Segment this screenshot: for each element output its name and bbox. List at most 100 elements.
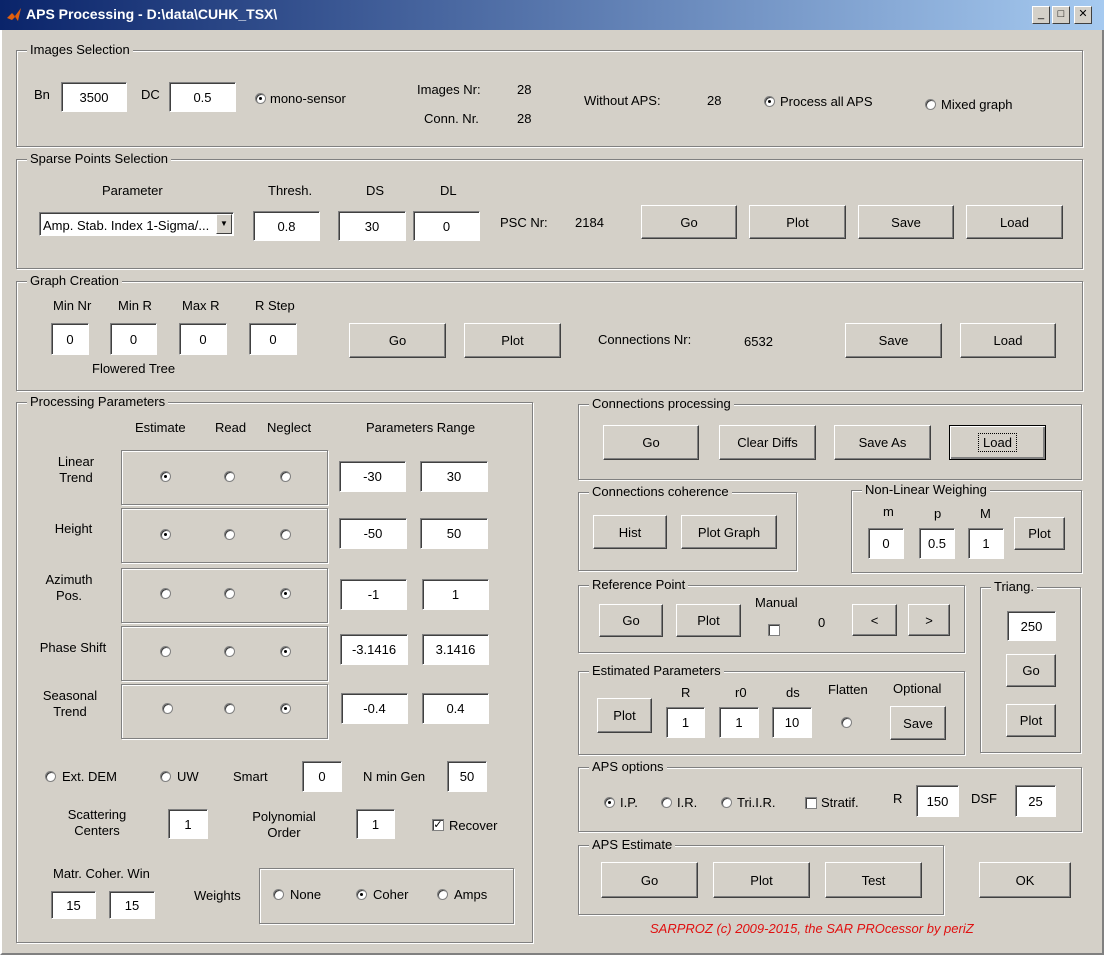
weights-coher-radio[interactable] [356,889,367,900]
smart-input[interactable] [302,761,342,792]
mixed-graph-radio[interactable] [925,99,936,110]
min-r-input[interactable] [110,323,157,355]
ds-input[interactable] [338,211,406,241]
mono-sensor-radio[interactable] [255,93,266,104]
manual-checkbox[interactable] [768,624,780,636]
azimuth-pos-neglect-radio[interactable] [280,588,291,599]
linear-trend-estimate-radio[interactable] [160,471,171,482]
conn-go-button[interactable]: Go [603,425,699,460]
seasonal-trend-max-input[interactable] [422,693,489,724]
ref-next-button[interactable]: > [908,604,950,636]
triang-input[interactable] [1007,611,1056,641]
est-ds-input[interactable] [772,707,812,738]
triang-go-button[interactable]: Go [1006,654,1056,687]
ref-plot-button[interactable]: Plot [676,604,741,637]
azimuth-pos-max-input[interactable] [422,579,489,610]
trilr-radio[interactable] [721,797,732,808]
height-max-input[interactable] [420,518,488,549]
seasonal-trend-estimate-radio[interactable] [162,703,173,714]
ok-button[interactable]: OK [979,862,1071,898]
matr-coher-win-input-1[interactable] [51,891,96,919]
seasonal-trend-read-radio[interactable] [224,703,235,714]
phase-shift-estimate-radio[interactable] [160,646,171,657]
linear-trend-read-radio[interactable] [224,471,235,482]
sparse-save-button[interactable]: Save [858,205,954,239]
dl-input[interactable] [413,211,480,241]
thresh-input[interactable] [253,211,320,241]
height-estimate-radio[interactable] [160,529,171,540]
aps-plot-button[interactable]: Plot [713,862,810,898]
ext-dem-radio[interactable] [45,771,56,782]
chevron-down-icon[interactable]: ▼ [216,214,232,234]
est-plot-button[interactable]: Plot [597,698,652,733]
close-button[interactable]: ✕ [1074,6,1092,24]
triang-plot-button[interactable]: Plot [1006,704,1056,737]
aps-r-input[interactable] [916,785,959,817]
conn-load-button[interactable]: Load [949,425,1046,460]
process-all-aps-radio[interactable] [764,96,775,107]
plot-graph-button[interactable]: Plot Graph [681,515,777,549]
linear-trend-min-input[interactable] [339,461,406,492]
graph-plot-button[interactable]: Plot [464,323,561,358]
ir-label: I.R. [677,795,698,810]
height-min-input[interactable] [339,518,407,549]
linear-trend-neglect-radio[interactable] [280,471,291,482]
stratif-checkbox[interactable] [805,797,817,809]
save-as-button[interactable]: Save As [834,425,931,460]
linear-trend-max-input[interactable] [420,461,488,492]
minimize-button[interactable]: _ [1032,6,1050,24]
sparse-go-button[interactable]: Go [641,205,737,239]
recover-checkbox[interactable]: ✓ [432,819,444,831]
seasonal-trend-min-input[interactable] [341,693,408,724]
bn-input[interactable] [61,82,127,112]
height-read-radio[interactable] [224,529,235,540]
ir-radio[interactable] [661,797,672,808]
graph-load-button[interactable]: Load [960,323,1056,358]
graph-go-button[interactable]: Go [349,323,446,358]
scattering-centers-input[interactable] [168,809,208,839]
dsf-input[interactable] [1015,785,1056,817]
sparse-plot-button[interactable]: Plot [749,205,846,239]
col-neglect-header: Neglect [267,420,312,435]
n-min-gen-input[interactable] [447,761,487,792]
clear-diffs-button[interactable]: Clear Diffs [719,425,816,460]
weights-none-radio[interactable] [273,889,284,900]
azimuth-pos-min-input[interactable] [340,579,407,610]
m-input[interactable] [868,528,904,559]
min-nr-input[interactable] [51,323,89,355]
uw-label: UW [177,769,199,784]
height-neglect-radio[interactable] [280,529,291,540]
ref-prev-button[interactable]: < [852,604,897,636]
aps-go-button[interactable]: Go [601,862,698,898]
maximize-button[interactable]: □ [1052,6,1070,24]
phase-shift-max-input[interactable] [422,634,489,665]
p-input[interactable] [919,528,955,559]
dc-input[interactable] [169,82,236,112]
nonlinear-plot-button[interactable]: Plot [1014,517,1065,550]
hist-button[interactable]: Hist [593,515,667,549]
azimuth-pos-read-radio[interactable] [224,588,235,599]
est-r-input[interactable] [666,707,705,738]
ip-radio[interactable] [604,797,615,808]
aps-test-button[interactable]: Test [825,862,922,898]
est-r0-input[interactable] [719,707,759,738]
phase-shift-neglect-radio[interactable] [280,646,291,657]
M-input[interactable] [968,528,1004,559]
max-r-input[interactable] [179,323,227,355]
graph-save-button[interactable]: Save [845,323,942,358]
polynomial-order-input[interactable] [356,809,395,839]
sparse-load-button[interactable]: Load [966,205,1063,239]
seasonal-trend-neglect-radio[interactable] [280,703,291,714]
phase-shift-min-input[interactable] [340,634,408,665]
azimuth-pos-estimate-radio[interactable] [160,588,171,599]
ref-go-button[interactable]: Go [599,604,663,637]
parameter-select[interactable]: Amp. Stab. Index 1-Sigma/... ▼ [39,212,234,236]
phase-shift-read-radio[interactable] [224,646,235,657]
uw-radio[interactable] [160,771,171,782]
r-step-input[interactable] [249,323,297,355]
flatten-radio[interactable] [841,717,852,728]
matr-coher-win-input-2[interactable] [109,891,155,919]
est-save-button[interactable]: Save [890,706,946,740]
window-title: APS Processing - D:\data\CUHK_TSX\ [26,6,278,22]
weights-amps-radio[interactable] [437,889,448,900]
